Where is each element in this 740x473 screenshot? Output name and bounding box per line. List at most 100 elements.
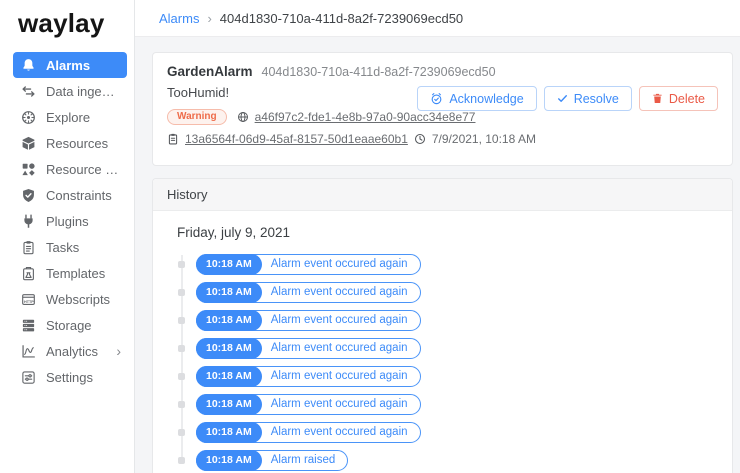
history-title: History bbox=[153, 179, 732, 211]
breadcrumb-current-id: 404d1830-710a-411d-8a2f-7239069ecd50 bbox=[219, 10, 464, 26]
event-time: 10:18 AM bbox=[196, 309, 262, 331]
sidebar-item-analytics[interactable]: Analytics › bbox=[13, 338, 127, 364]
sidebar-item-alarms[interactable]: Alarms bbox=[13, 52, 127, 78]
app-logo: waylay bbox=[18, 8, 105, 38]
timeline-event-pill[interactable]: 10:18 AM Alarm event occured again bbox=[196, 253, 421, 275]
timeline-event-pill[interactable]: 10:18 AM Alarm event occured again bbox=[196, 421, 421, 443]
timeline-dot bbox=[178, 428, 185, 436]
sidebar-item-data-ingestion[interactable]: Data ingestion bbox=[13, 78, 127, 104]
sidebar-item-plugins[interactable]: Plugins bbox=[13, 208, 127, 234]
svg-text:HTTP: HTTP bbox=[24, 299, 34, 303]
sidebar-item-label: Analytics bbox=[46, 343, 99, 359]
alarm-timestamp: 7/9/2021, 10:18 AM bbox=[431, 132, 536, 146]
acknowledge-icon bbox=[430, 92, 443, 105]
event-time: 10:18 AM bbox=[196, 365, 262, 387]
sidebar-item-label: Explore bbox=[46, 109, 91, 125]
breadcrumb-separator: › bbox=[207, 10, 212, 26]
template-id-link[interactable]: 13a6564f-06d9-45af-8157-50d1eaae60b1 bbox=[185, 132, 408, 146]
sidebar: waylay Alarms Data ingestion Explore Resour… bbox=[0, 0, 135, 473]
sidebar-item-label: Alarms bbox=[46, 57, 91, 73]
sidebar-item-label: Settings bbox=[46, 369, 93, 385]
sidebar-item-resources[interactable]: Resources bbox=[13, 130, 127, 156]
timeline-event-pill[interactable]: 10:18 AM Alarm raised bbox=[196, 449, 349, 471]
timeline-event-row: 10:18 AM Alarm event occured again bbox=[175, 250, 718, 278]
timeline-event-pill[interactable]: 10:18 AM Alarm event occured again bbox=[196, 309, 421, 331]
trash-icon bbox=[652, 93, 663, 104]
timeline-dot bbox=[178, 316, 185, 324]
timeline-event-pill[interactable]: 10:18 AM Alarm event occured again bbox=[196, 281, 421, 303]
sidebar-item-explore[interactable]: Explore bbox=[13, 104, 127, 130]
main-area: Alarms › 404d1830-710a-411d-8a2f-7239069… bbox=[135, 0, 740, 473]
sidebar-item-webscripts[interactable]: HTTP Webscripts bbox=[13, 286, 127, 312]
event-time: 10:18 AM bbox=[196, 281, 262, 303]
templates-icon bbox=[21, 266, 36, 281]
sidebar-item-label: Storage bbox=[46, 317, 92, 333]
resource-types-icon bbox=[21, 162, 36, 177]
history-timeline: 10:18 AM Alarm event occured again 10:18 A… bbox=[175, 250, 718, 473]
timeline-event-row: 10:18 AM Alarm event occured again bbox=[175, 278, 718, 306]
event-label: Alarm event occured again bbox=[270, 286, 408, 298]
sidebar-nav: Alarms Data ingestion Explore Resources Reso… bbox=[0, 52, 134, 390]
analytics-icon bbox=[21, 344, 36, 359]
history-card: History Friday, july 9, 2021 10:18 AM Ala… bbox=[152, 178, 733, 473]
timeline-dot bbox=[178, 400, 185, 408]
resolve-label: Resolve bbox=[573, 91, 619, 106]
timeline-dot bbox=[178, 456, 185, 464]
acknowledge-button[interactable]: Acknowledge bbox=[417, 86, 537, 111]
resource-icon bbox=[237, 111, 249, 123]
event-label: Alarm event occured again bbox=[270, 426, 408, 438]
event-label: Alarm event occured again bbox=[270, 398, 408, 410]
severity-badge: Warning bbox=[167, 109, 227, 125]
alarm-id: 404d1830-710a-411d-8a2f-7239069ecd50 bbox=[261, 65, 496, 79]
breadcrumb-link-alarms[interactable]: Alarms bbox=[159, 11, 199, 26]
sidebar-item-label: Constraints bbox=[46, 187, 112, 203]
clock-icon bbox=[414, 133, 426, 145]
timeline-event-pill[interactable]: 10:18 AM Alarm event occured again bbox=[196, 393, 421, 415]
event-time: 10:18 AM bbox=[196, 337, 262, 359]
constraints-icon bbox=[21, 188, 36, 203]
event-label: Alarm event occured again bbox=[270, 370, 408, 382]
event-time: 10:18 AM bbox=[196, 449, 262, 471]
timeline-dot bbox=[178, 288, 185, 296]
sidebar-item-templates[interactable]: Templates bbox=[13, 260, 127, 286]
sidebar-item-label: Data ingestion bbox=[46, 83, 121, 99]
resources-icon bbox=[21, 136, 36, 151]
sidebar-item-storage[interactable]: Storage bbox=[13, 312, 127, 338]
template-icon bbox=[167, 133, 179, 145]
timeline-dot bbox=[178, 260, 185, 268]
sidebar-item-label: Resources bbox=[46, 135, 109, 151]
storage-icon bbox=[21, 318, 36, 333]
alarm-name: GardenAlarm bbox=[167, 64, 253, 79]
sidebar-item-tasks[interactable]: Tasks bbox=[13, 234, 127, 260]
history-date-header: Friday, july 9, 2021 bbox=[177, 225, 291, 240]
timeline-event-pill[interactable]: 10:18 AM Alarm event occured again bbox=[196, 365, 421, 387]
resolve-button[interactable]: Resolve bbox=[543, 86, 632, 111]
breadcrumb: Alarms › 404d1830-710a-411d-8a2f-7239069… bbox=[135, 0, 740, 37]
delete-button[interactable]: Delete bbox=[638, 86, 718, 111]
event-label: Alarm event occured again bbox=[270, 258, 408, 270]
timeline-event-pill[interactable]: 10:18 AM Alarm event occured again bbox=[196, 337, 421, 359]
sidebar-item-resource-types[interactable]: Resource types bbox=[13, 156, 127, 182]
sidebar-item-settings[interactable]: Settings bbox=[13, 364, 127, 390]
timeline-event-row: 10:18 AM Alarm event occured again bbox=[175, 334, 718, 362]
event-time: 10:18 AM bbox=[196, 253, 262, 275]
alarm-detail-card: GardenAlarm 404d1830-710a-411d-8a2f-7239… bbox=[152, 52, 733, 166]
bell-icon bbox=[21, 58, 36, 73]
check-icon bbox=[557, 93, 568, 104]
content: GardenAlarm 404d1830-710a-411d-8a2f-7239… bbox=[135, 37, 740, 473]
sidebar-item-label: Webscripts bbox=[46, 291, 111, 307]
sidebar-item-label: Tasks bbox=[46, 239, 80, 255]
tasks-icon bbox=[21, 240, 36, 255]
acknowledge-label: Acknowledge bbox=[449, 91, 524, 106]
resource-id-link[interactable]: a46f97c2-fde1-4e8b-97a0-90acc34e8e77 bbox=[255, 110, 476, 124]
data-ingestion-icon bbox=[21, 84, 36, 99]
delete-label: Delete bbox=[668, 91, 705, 106]
explore-icon bbox=[21, 110, 36, 125]
sidebar-item-constraints[interactable]: Constraints bbox=[13, 182, 127, 208]
alarm-actions: Acknowledge Resolve Delete bbox=[417, 86, 718, 111]
settings-icon bbox=[21, 370, 36, 385]
sidebar-item-label: Resource types bbox=[46, 161, 121, 177]
timeline-event-row: 10:18 AM Alarm raised bbox=[175, 446, 718, 473]
timeline-event-row: 10:18 AM Alarm event occured again bbox=[175, 390, 718, 418]
webscripts-icon: HTTP bbox=[21, 292, 36, 307]
